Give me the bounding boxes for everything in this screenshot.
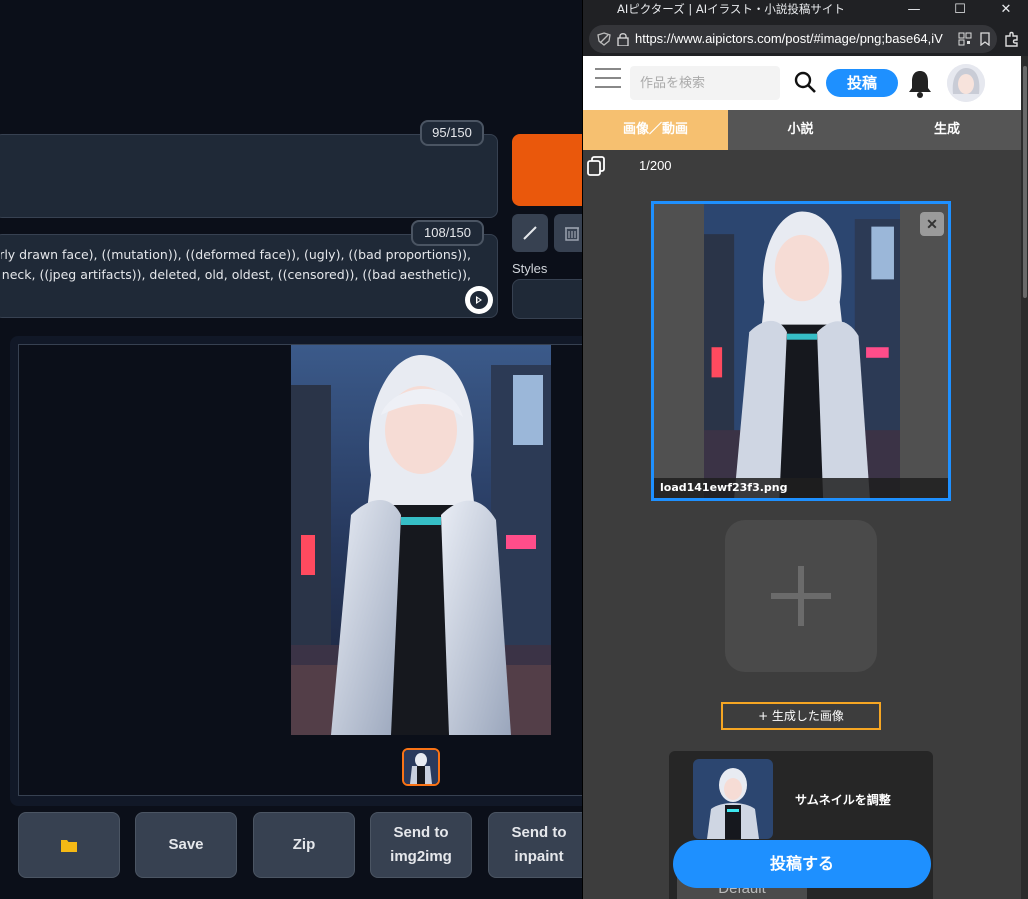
extensions-icon[interactable] [1003, 30, 1021, 48]
tracking-prevention-icon[interactable] [597, 32, 611, 46]
styles-label: Styles [512, 261, 548, 276]
uploaded-image-card[interactable]: ✕ load141ewf23f3.png [651, 201, 951, 501]
bookmark-icon[interactable] [979, 32, 991, 46]
trash-icon [565, 227, 579, 241]
folder-icon [61, 840, 77, 852]
arrow-right-icon [470, 291, 488, 309]
negative-prompt-textarea[interactable]: ((extra fingers)), (poorly drawn face), … [0, 234, 498, 318]
post-type-tabs: 画像／動画 小説 生成 [583, 110, 1021, 150]
add-image-button[interactable] [725, 520, 877, 672]
scrollbar-thumb[interactable] [1023, 66, 1027, 298]
prompt-textarea[interactable] [0, 134, 498, 218]
save-button[interactable]: Save [135, 812, 237, 878]
browser-window: AIピクターズ | AIイラスト・小説投稿サイト — ☐ ✕ https://w… [582, 0, 1028, 899]
page-content: 投稿 画像／動画 小説 生成 [583, 56, 1028, 899]
submit-post-button[interactable]: 投稿する [673, 840, 931, 888]
uploaded-filename: load141ewf23f3.png [654, 478, 948, 498]
notification-bell-icon[interactable] [905, 68, 935, 98]
post-button[interactable]: 投稿 [826, 69, 898, 97]
search-icon[interactable] [793, 70, 817, 94]
negative-token-counter: 108/150 [411, 220, 484, 246]
styles-dropdown[interactable] [512, 279, 582, 319]
close-window-button[interactable]: ✕ [983, 0, 1028, 20]
copy-icon[interactable] [587, 156, 605, 176]
image-count: 1/200 [639, 158, 672, 173]
arrow-diagonal-icon [523, 226, 537, 240]
webui-panel: 95/150 ((extra fingers)), (poorly drawn … [0, 0, 582, 899]
adjust-thumbnail-label[interactable]: サムネイルを調整 [795, 791, 891, 808]
tab-novel[interactable]: 小説 [728, 110, 873, 150]
read-params-button[interactable] [512, 214, 548, 252]
open-folder-button[interactable] [18, 812, 120, 878]
trash-button[interactable] [554, 214, 582, 252]
url-field[interactable]: https://www.aipictors.com/post/#image/pn… [589, 25, 997, 53]
tab-generate[interactable]: 生成 [873, 110, 1021, 150]
window-title: AIピクターズ | AIイラスト・小説投稿サイト [617, 2, 845, 16]
uploaded-image [704, 204, 900, 498]
lock-icon[interactable] [617, 32, 629, 46]
generated-image[interactable] [291, 345, 551, 735]
add-generated-image-button[interactable]: + 生成した画像 [721, 702, 881, 730]
image-gallery [18, 344, 582, 796]
site-header: 投稿 [583, 56, 1021, 110]
user-avatar[interactable] [947, 64, 985, 102]
negative-prompt-line: ((extra fingers)), (poorly drawn face), … [1, 247, 471, 262]
generate-button[interactable] [512, 134, 582, 206]
search-input[interactable] [630, 66, 780, 100]
paste-button[interactable] [465, 286, 493, 314]
scrollbar[interactable] [1021, 56, 1028, 899]
send-to-inpaint-button[interactable]: Send to inpaint [488, 812, 582, 878]
title-bar: AIピクターズ | AIイラスト・小説投稿サイト — ☐ ✕ [583, 0, 1028, 22]
url-text: https://www.aipictors.com/post/#image/pn… [635, 31, 943, 46]
negative-prompt-line: (extra limbs), long neck, ((jpeg artifac… [1, 267, 471, 282]
gallery-thumbnail[interactable] [402, 748, 440, 786]
zip-button[interactable]: Zip [253, 812, 355, 878]
qr-code-icon[interactable] [958, 32, 972, 46]
address-bar: https://www.aipictors.com/post/#image/pn… [583, 22, 1028, 56]
prompt-token-counter: 95/150 [420, 120, 484, 146]
tab-image-video[interactable]: 画像／動画 [583, 110, 728, 150]
maximize-button[interactable]: ☐ [937, 0, 983, 20]
remove-image-button[interactable]: ✕ [920, 212, 944, 236]
thumbnail-preview [693, 759, 773, 839]
send-to-img2img-button[interactable]: Send to img2img [370, 812, 472, 878]
hamburger-menu-icon[interactable] [595, 68, 621, 90]
minimize-button[interactable]: — [891, 0, 937, 20]
